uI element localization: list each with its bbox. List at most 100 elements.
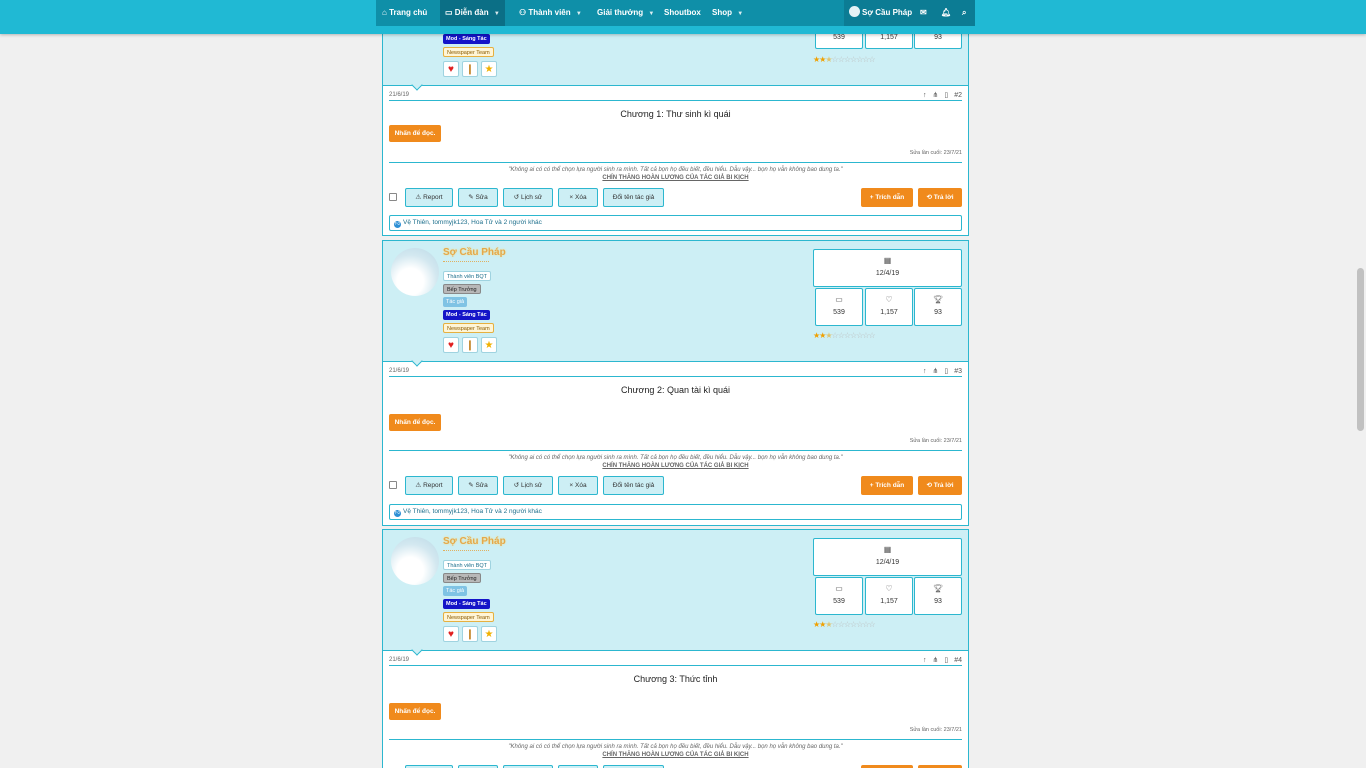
heart-trophy-icon[interactable]: ♥ <box>443 61 459 77</box>
share-icon[interactable]: ⋔ <box>932 368 938 375</box>
scrollbar-thumb[interactable] <box>1357 268 1364 431</box>
chevron-down-icon: ▼ <box>737 11 744 17</box>
bookmark-icon[interactable]: ▯ <box>944 92 948 99</box>
bookmark-icon[interactable]: ▯ <box>944 368 948 375</box>
star-trophy-icon[interactable]: ★ <box>481 626 497 642</box>
rating-stars: ★★★☆☆☆☆☆☆☆ <box>813 620 876 629</box>
stat-points-value: 93 <box>934 34 942 41</box>
stat-messages: ▭ 539 <box>815 288 863 326</box>
heart-trophy-icon[interactable]: ♥ <box>443 337 459 353</box>
post-actions: ⚠ Report ✎ Sửa ↺ Lịch sử × Xóa Đổi tên t… <box>389 188 962 207</box>
arrow-up-icon[interactable]: ↑ <box>923 657 927 664</box>
search-icon[interactable]: ⌕ <box>962 0 966 26</box>
post-date[interactable]: 21/6/19 <box>389 657 409 663</box>
stat-joined-value: 12/4/19 <box>875 559 900 566</box>
post-title: Chương 2: Quan tài kì quái <box>621 385 730 395</box>
bell-icon[interactable]: 🔔︎ <box>941 0 951 26</box>
select-checkbox[interactable] <box>389 481 397 489</box>
heart-trophy-icon[interactable]: ♥ <box>443 626 459 642</box>
read-button[interactable]: Nhấn để đọc. <box>389 125 441 142</box>
read-button[interactable]: Nhấn để đọc. <box>389 414 441 431</box>
username[interactable]: Sợ Cầu Pháp <box>443 536 506 547</box>
pillar-trophy-icon[interactable]: ❙ <box>462 61 478 77</box>
rename-author-button[interactable]: Đổi tên tác giả <box>603 476 664 495</box>
user-info: Sợ Cầu Pháp Thành viên BQT Bếp Trưởng Tá… <box>383 241 968 367</box>
mail-icon[interactable]: ✉ <box>920 0 927 26</box>
post-date[interactable]: 21/6/19 <box>389 368 409 374</box>
nav-forums[interactable]: ▭ Diễn đàn ▼ <box>440 0 505 26</box>
read-button[interactable]: Nhấn để đọc. <box>389 703 441 720</box>
username[interactable]: Sợ Cầu Pháp <box>443 247 506 258</box>
edit-button[interactable]: ✎ Sửa <box>458 188 498 207</box>
stat-points: 🏆︎ 93 <box>914 577 962 615</box>
rating-stars: ★★★☆☆☆☆☆☆☆ <box>813 331 876 340</box>
edit-button[interactable]: ✎ Sửa <box>458 476 498 495</box>
badge-chef: Bếp Trưởng <box>443 573 481 583</box>
delete-button[interactable]: × Xóa <box>558 476 598 495</box>
pillar-trophy-icon[interactable]: ❙ <box>462 626 478 642</box>
reply-button[interactable]: ⟲ Trả lời <box>918 476 962 495</box>
reactions-bar[interactable]: 👍︎ Vệ Thiên, tommyjk123, Hoa Tử và 2 ngườ… <box>389 504 962 520</box>
quote-button[interactable]: + Trích dẫn <box>861 476 913 495</box>
rename-author-button[interactable]: Đổi tên tác giả <box>603 188 664 207</box>
post-title: Chương 1: Thư sinh kì quái <box>620 109 731 119</box>
history-button[interactable]: ↺ Lịch sử <box>503 188 553 207</box>
page-scrollbar[interactable] <box>1354 0 1366 768</box>
stat-points: 🏆︎ 93 <box>914 288 962 326</box>
nav-shoutbox-label: Shoutbox <box>664 8 701 17</box>
history-button[interactable]: ↺ Lịch sử <box>503 476 553 495</box>
post-number[interactable]: #2 <box>954 92 962 99</box>
bookmark-icon[interactable]: ▯ <box>944 657 948 664</box>
nav-shoutbox[interactable]: Shoutbox <box>664 0 701 26</box>
share-icon[interactable]: ⋔ <box>932 92 938 99</box>
close-icon: × <box>569 194 574 201</box>
delete-button[interactable]: × Xóa <box>558 188 598 207</box>
report-button[interactable]: ⚠ Report <box>405 188 453 207</box>
reply-button[interactable]: ⟲ Trả lời <box>918 188 962 207</box>
nav-home[interactable]: ⌂ Trang chủ <box>382 0 427 26</box>
trophy-row: ♥ ❙ ★ <box>443 61 503 77</box>
heart-icon: ♡ <box>885 295 893 304</box>
quote-button[interactable]: + Trích dẫn <box>861 188 913 207</box>
user-navigation: Sợ Cầu Pháp ✉ 🔔︎ ⌕ <box>844 0 975 26</box>
nav-awards[interactable]: Giải thưởng ▼ <box>597 0 654 26</box>
post-date[interactable]: 21/6/19 <box>389 92 409 98</box>
edited-note: Sửa lần cuối: 23/7/21 <box>909 150 962 156</box>
signature-title[interactable]: CHÍN THĂNG HOÀN LƯƠNG CỦA TÁC GIẢ BI KỊC… <box>383 175 968 181</box>
avatar[interactable] <box>391 537 439 585</box>
nav-shop[interactable]: Shop ▼ <box>712 0 743 26</box>
post-item: Sợ Cầu Pháp Thành viên BQT Bếp Trưởng Tá… <box>382 529 969 768</box>
select-checkbox[interactable] <box>389 193 397 201</box>
post-header: 21/6/19 ↑ ⋔ ▯ #3 <box>389 365 962 377</box>
messages-icon: ▭ <box>835 295 843 304</box>
signature-title[interactable]: CHÍN THĂNG HOÀN LƯƠNG CỦA TÁC GIẢ BI KỊC… <box>383 752 968 758</box>
signature-title[interactable]: CHÍN THĂNG HOÀN LƯƠNG CỦA TÁC GIẢ BI KỊC… <box>383 463 968 469</box>
post-number[interactable]: #3 <box>954 368 962 375</box>
chevron-down-icon[interactable]: ▼ <box>494 11 500 17</box>
arrow-up-icon[interactable]: ↑ <box>923 92 927 99</box>
pencil-icon: ✎ <box>468 194 474 201</box>
user-title-stars <box>443 261 489 264</box>
share-icon[interactable]: ⋔ <box>932 657 938 664</box>
stat-messages-value: 539 <box>833 309 845 316</box>
badge-chef: Bếp Trưởng <box>443 284 481 294</box>
user-title-stars <box>443 550 489 553</box>
signature-quote: "Không ai có có thể chọn lựa người sinh … <box>508 167 843 173</box>
nav-members-label: Thành viên <box>528 8 571 17</box>
badge-mod: Mod - Sáng Tác <box>443 310 490 320</box>
account-menu[interactable]: Sợ Cầu Pháp <box>849 0 912 26</box>
pencil-icon: ✎ <box>468 482 474 489</box>
history-icon: ↺ <box>513 194 520 201</box>
avatar[interactable] <box>391 248 439 296</box>
post-number[interactable]: #4 <box>954 657 962 664</box>
pillar-trophy-icon[interactable]: ❙ <box>462 337 478 353</box>
home-icon: ⌂ <box>382 8 387 17</box>
trophy-row: ♥ ❙ ★ <box>443 337 503 353</box>
star-trophy-icon[interactable]: ★ <box>481 337 497 353</box>
nav-members[interactable]: ⚇ Thành viên ▼ <box>519 0 582 26</box>
star-trophy-icon[interactable]: ★ <box>481 61 497 77</box>
reactions-bar[interactable]: 👍︎ Vệ Thiên, tommyjk123, Hoa Tử và 2 ngườ… <box>389 215 962 231</box>
badge-staff: Thành viên BQT <box>443 271 492 281</box>
arrow-up-icon[interactable]: ↑ <box>923 368 927 375</box>
report-button[interactable]: ⚠ Report <box>405 476 453 495</box>
